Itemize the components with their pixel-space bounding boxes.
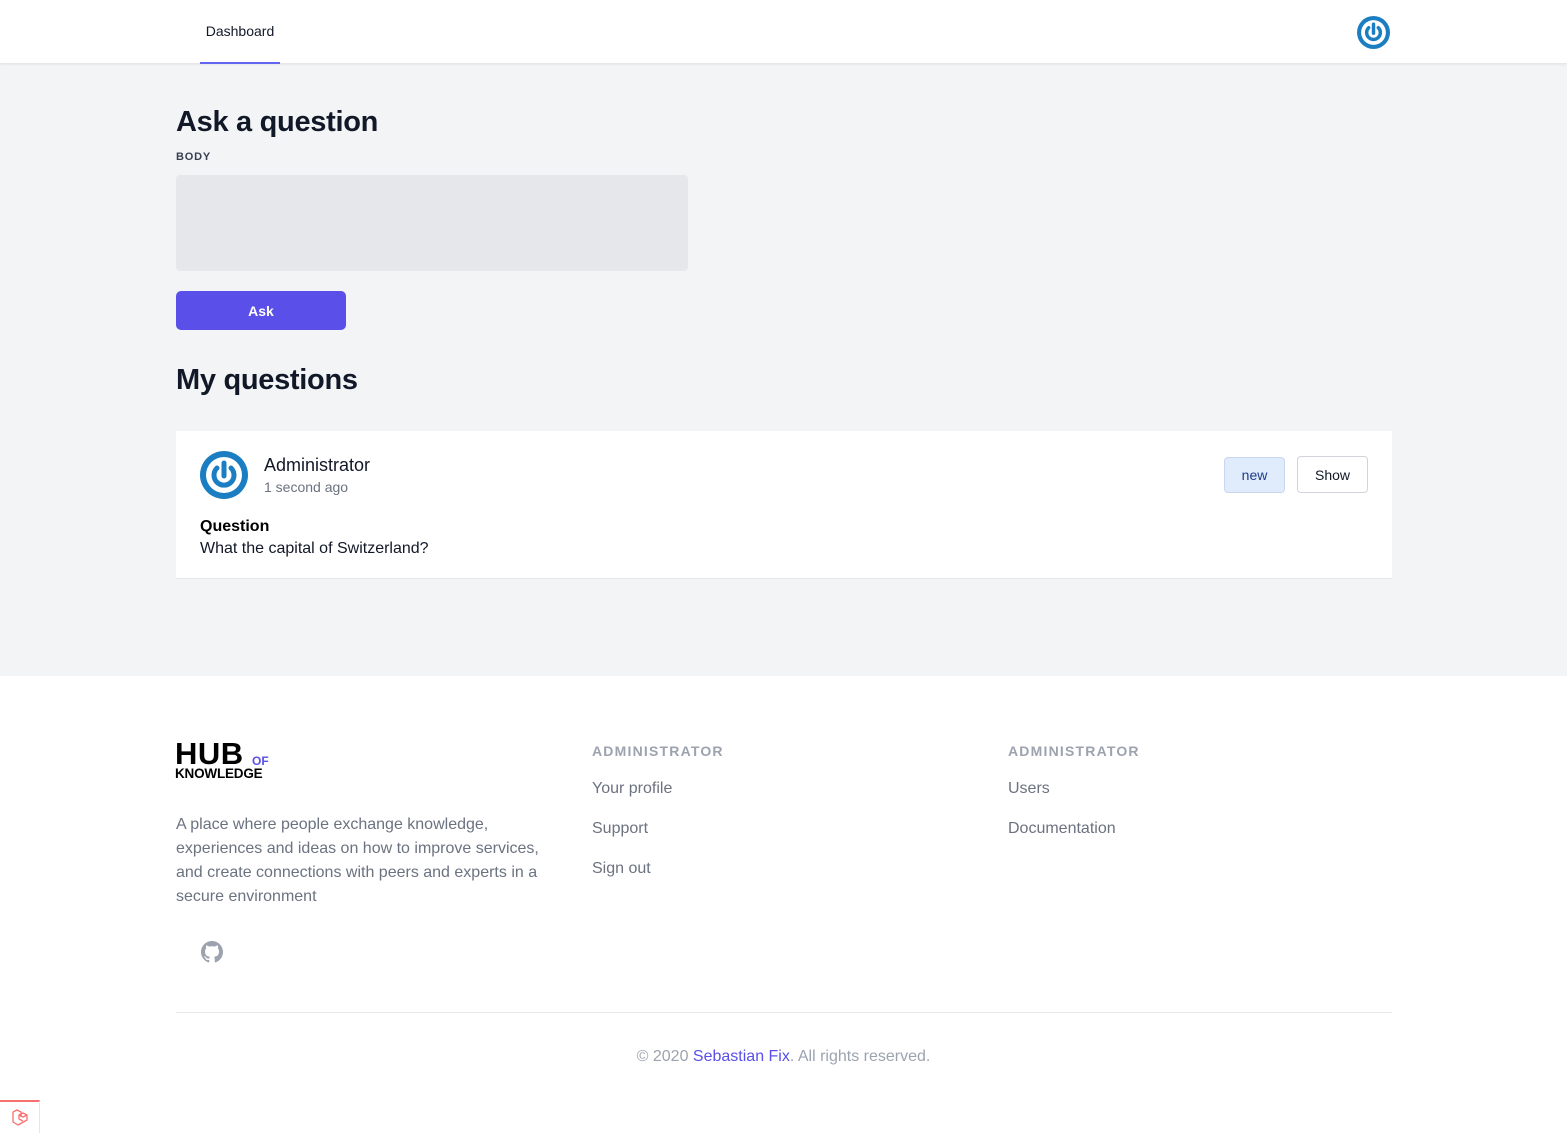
question-label: Question [200, 518, 270, 535]
copyright-suffix: . All rights reserved. [789, 1048, 931, 1065]
power-icon [1357, 16, 1390, 49]
power-icon [200, 451, 248, 499]
copyright-prefix: © 2020 [636, 1048, 693, 1065]
user-avatar[interactable] [1357, 16, 1390, 49]
laravel-icon [11, 1108, 28, 1126]
your-profile-link[interactable]: Your profile [592, 780, 672, 798]
users-link[interactable]: Users [1008, 780, 1050, 798]
documentation-link[interactable]: Documentation [1008, 820, 1116, 838]
my-questions-title: My questions [176, 364, 358, 396]
footer: HUB OF KNOWLEDGE A place where people ex… [0, 676, 1567, 1133]
ask-button[interactable]: Ask [176, 291, 346, 330]
body-input[interactable] [176, 175, 688, 271]
body-label: BODY [176, 151, 211, 163]
author-link[interactable]: Sebastian Fix [693, 1048, 790, 1065]
logo-knowledge: KNOWLEDGE [175, 766, 263, 781]
question-card: Administrator 1 second ago new Show Ques… [176, 431, 1392, 579]
copyright: © 2020 Sebastian Fix. All rights reserve… [0, 1048, 1567, 1066]
github-icon [201, 941, 223, 963]
top-nav: Dashboard [0, 0, 1567, 64]
footer-divider [176, 1012, 1392, 1013]
question-text: What the capital of Switzerland? [200, 540, 429, 557]
author-avatar [200, 451, 248, 499]
laravel-debugbar-toggle[interactable] [0, 1100, 40, 1133]
footer-column-heading: ADMINISTRATOR [592, 743, 724, 759]
support-link[interactable]: Support [592, 820, 648, 838]
question-timestamp: 1 second ago [264, 479, 349, 495]
sign-out-link[interactable]: Sign out [592, 860, 651, 878]
hub-of-knowledge-logo: HUB OF KNOWLEDGE [175, 736, 285, 783]
tab-dashboard[interactable]: Dashboard [200, 0, 280, 64]
author-name: Administrator [264, 455, 371, 475]
status-badge: new [1224, 457, 1285, 493]
site-description: A place where people exchange knowledge,… [176, 816, 539, 905]
show-button[interactable]: Show [1297, 456, 1368, 493]
logo-hub: HUB [175, 736, 244, 771]
ask-title: Ask a question [176, 106, 379, 138]
github-link[interactable] [201, 941, 223, 963]
footer-column-heading: ADMINISTRATOR [1008, 743, 1140, 759]
